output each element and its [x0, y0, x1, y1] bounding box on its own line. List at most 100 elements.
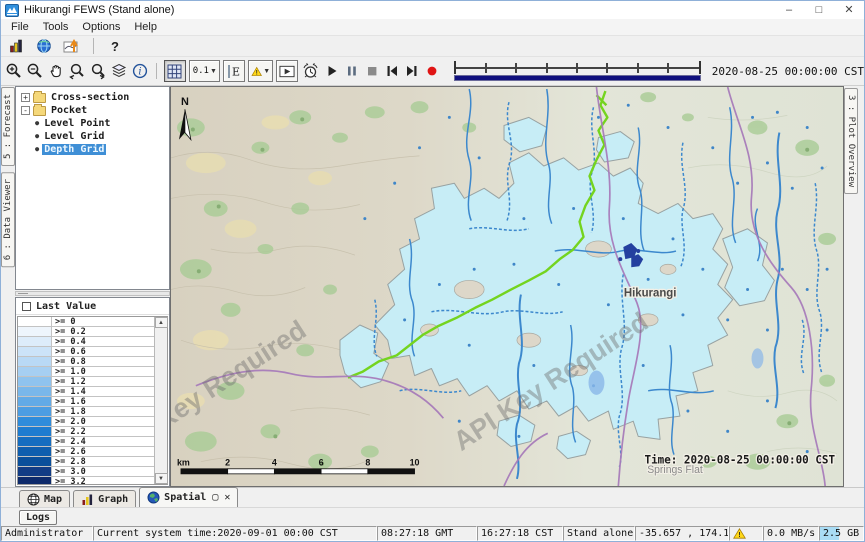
checkbox-icon[interactable]	[22, 302, 31, 311]
legend-row: >= 1.0	[18, 367, 154, 377]
legend-row-label: >= 0	[52, 317, 154, 326]
tab-close-icon[interactable]: ✕	[224, 492, 230, 503]
legend-color-swatch	[18, 477, 52, 484]
tree-item-label: Level Grid	[42, 131, 106, 142]
maximize-button[interactable]: □	[804, 1, 834, 19]
menu-file[interactable]: File	[4, 21, 36, 33]
threshold-value: 0.1	[193, 66, 209, 76]
tab-restore-icon[interactable]: ▢	[212, 492, 218, 503]
grid-display-button[interactable]	[164, 60, 186, 82]
legend-color-swatch	[18, 407, 52, 416]
animation-player-button[interactable]	[276, 60, 298, 82]
legend-row-label: >= 0.4	[52, 337, 154, 346]
legend-panel: Last Value >= 0>= 0.2>= 0.4>= 0.6>= 0.8>…	[15, 297, 170, 487]
status-mode: Stand alone	[563, 526, 635, 541]
legend-row: >= 0.6	[18, 347, 154, 357]
animation-timer-icon[interactable]	[301, 61, 320, 81]
scroll-up-icon[interactable]: ▲	[155, 317, 168, 328]
svg-text:4: 4	[272, 458, 277, 468]
legend-row-label: >= 0.6	[52, 347, 154, 356]
legend-row-label: >= 0.2	[52, 327, 154, 336]
svg-text:E: E	[232, 65, 240, 78]
place-label-hikurangi: Hikurangi	[624, 288, 677, 300]
menu-help[interactable]: Help	[127, 21, 164, 33]
globe-icon[interactable]	[33, 36, 55, 56]
tree-item-label: Pocket	[49, 105, 89, 116]
legend-row-label: >= 2.2	[52, 427, 154, 436]
minimize-button[interactable]: –	[774, 1, 804, 19]
legend-color-swatch	[18, 427, 52, 436]
tab-spatial[interactable]: Spatial ▢ ✕	[139, 487, 238, 507]
tree-item-cross-section[interactable]: +Cross-section	[16, 91, 169, 104]
legend-row: >= 0	[18, 317, 154, 327]
spatial-display-icon[interactable]	[61, 36, 83, 56]
record-button[interactable]	[424, 61, 441, 81]
svg-text:i: i	[138, 67, 141, 78]
bottom-tab-bar: Map Graph Spatial ▢ ✕	[1, 487, 864, 507]
tree-item-depth-grid[interactable]: ●Depth Grid	[16, 143, 169, 156]
tree-item-label: Depth Grid	[42, 144, 106, 155]
labels-button[interactable]: E	[223, 60, 245, 82]
legend-color-swatch	[18, 447, 52, 456]
close-button[interactable]: ✕	[834, 1, 864, 19]
legend-row-label: >= 2.4	[52, 437, 154, 446]
folder-icon	[33, 106, 46, 116]
legend-color-swatch	[18, 317, 52, 326]
chevron-down-icon: ▼	[263, 68, 270, 75]
tree-item-level-grid[interactable]: ●Level Grid	[16, 130, 169, 143]
collapse-icon[interactable]: -	[21, 106, 30, 115]
tab-data-viewer[interactable]: 6 : Data Viewer	[1, 172, 15, 267]
tree-item-level-point[interactable]: ●Level Point	[16, 117, 169, 130]
zoom-next-icon[interactable]	[89, 61, 107, 81]
time-slider[interactable]	[454, 61, 701, 81]
menu-tools[interactable]: Tools	[36, 21, 76, 33]
legend-row-label: >= 3.2	[52, 477, 154, 484]
pause-button[interactable]	[343, 61, 360, 81]
map-canvas[interactable]: API Key Required API Key Required Hikura…	[170, 86, 844, 487]
svg-text:!: !	[256, 70, 258, 76]
legend-row: >= 2.4	[18, 437, 154, 447]
menu-options[interactable]: Options	[75, 21, 127, 33]
scroll-down-icon[interactable]: ▼	[155, 473, 168, 484]
panel-splitter[interactable]	[15, 291, 170, 296]
layers-icon[interactable]	[110, 61, 128, 81]
logs-bar: Logs	[1, 507, 864, 526]
svg-text:N: N	[181, 96, 189, 108]
play-button[interactable]	[323, 61, 340, 81]
tree-item-pocket[interactable]: - Pocket	[16, 104, 169, 117]
pan-hand-icon[interactable]	[47, 61, 65, 81]
zoom-out-icon[interactable]	[26, 61, 44, 81]
chevron-down-icon: ▼	[210, 68, 217, 75]
warning-dropdown[interactable]: ! ▼	[248, 60, 273, 82]
zoom-in-icon[interactable]	[5, 61, 23, 81]
stop-button[interactable]	[363, 61, 380, 81]
last-value-checkbox[interactable]: Last Value	[16, 298, 169, 315]
legend-row: >= 1.4	[18, 387, 154, 397]
time-span-bar[interactable]	[454, 75, 701, 81]
legend-table: >= 0>= 0.2>= 0.4>= 0.6>= 0.8>= 1.0>= 1.2…	[18, 317, 154, 484]
skip-to-end-button[interactable]	[404, 61, 421, 81]
legend-row-label: >= 2.0	[52, 417, 154, 426]
tab-plot-overview[interactable]: 3 : Plot Overview	[844, 88, 858, 194]
svg-text:km: km	[177, 458, 190, 468]
legend-color-swatch	[18, 347, 52, 356]
legend-scrollbar[interactable]: ▲ ▼	[154, 317, 167, 484]
logs-button[interactable]: Logs	[19, 510, 57, 525]
tab-forecast[interactable]: 5 : Forecast	[1, 87, 15, 166]
legend-color-swatch	[18, 337, 52, 346]
skip-to-start-button[interactable]	[383, 61, 400, 81]
info-icon[interactable]: i	[131, 61, 149, 81]
status-warning-icon[interactable]: !	[729, 526, 763, 541]
left-tab-strip: 5 : Forecast 6 : Data Viewer	[1, 86, 15, 487]
legend-row: >= 2.0	[18, 417, 154, 427]
logs-panel-icon[interactable]	[5, 36, 27, 56]
tab-graph[interactable]: Graph	[73, 490, 136, 507]
tab-map[interactable]: Map	[19, 490, 70, 507]
help-button[interactable]: ?	[104, 36, 126, 56]
map-time-label: Time: 2020-08-25 00:00:00 CST	[645, 454, 836, 467]
threshold-dropdown[interactable]: 0.1 ▼	[189, 60, 220, 82]
zoom-previous-icon[interactable]	[68, 61, 86, 81]
time-slider-track[interactable]	[454, 61, 701, 74]
expand-icon[interactable]: +	[21, 93, 30, 102]
legend-row: >= 2.8	[18, 457, 154, 467]
